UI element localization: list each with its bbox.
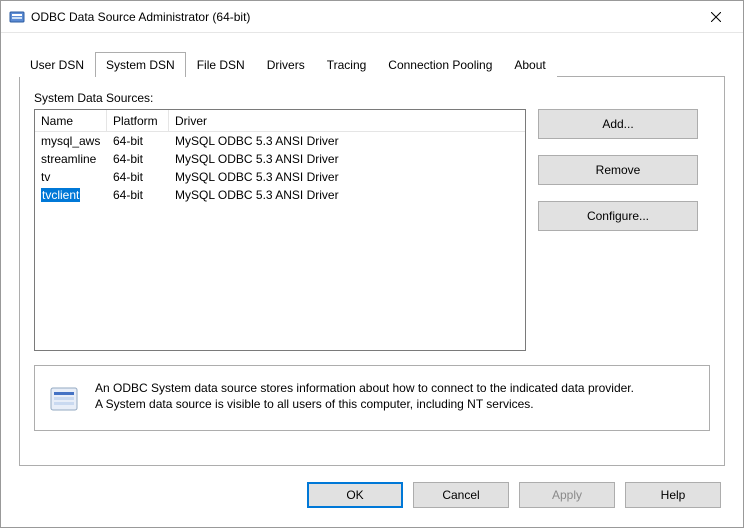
dsn-driver: MySQL ODBC 5.3 ANSI Driver [169,134,525,148]
dsn-row[interactable]: tvclient64-bitMySQL ODBC 5.3 ANSI Driver [35,186,525,204]
tab-about[interactable]: About [503,52,556,77]
dialog-window: ODBC Data Source Administrator (64-bit) … [0,0,744,528]
dsn-row[interactable]: tv64-bitMySQL ODBC 5.3 ANSI Driver [35,168,525,186]
dsn-driver: MySQL ODBC 5.3 ANSI Driver [169,170,525,184]
dsn-name: tvclient [35,188,107,202]
dsn-platform: 64-bit [107,134,169,148]
dsn-name: tv [35,170,107,184]
dsn-list-header[interactable]: Name Platform Driver [35,110,525,132]
apply-button[interactable]: Apply [519,482,615,508]
tab-file-dsn[interactable]: File DSN [186,52,256,77]
col-header-name[interactable]: Name [35,110,107,131]
close-button[interactable] [693,1,739,33]
dsn-platform: 64-bit [107,188,169,202]
dsn-driver: MySQL ODBC 5.3 ANSI Driver [169,152,525,166]
tab-system-dsn[interactable]: System DSN [95,52,186,77]
tab-user-dsn[interactable]: User DSN [19,52,95,77]
datasource-icon [47,382,81,416]
info-panel: An ODBC System data source stores inform… [34,365,710,431]
window-title: ODBC Data Source Administrator (64-bit) [31,10,693,24]
dsn-platform: 64-bit [107,170,169,184]
tab-drivers[interactable]: Drivers [256,52,316,77]
section-label: System Data Sources: [34,91,710,105]
tab-page-system-dsn: System Data Sources: Name Platform Drive… [19,76,725,466]
dsn-name: mysql_aws [35,134,107,148]
col-header-driver[interactable]: Driver [169,110,525,131]
dsn-row[interactable]: mysql_aws64-bitMySQL ODBC 5.3 ANSI Drive… [35,132,525,150]
ok-button[interactable]: OK [307,482,403,508]
help-button[interactable]: Help [625,482,721,508]
dialog-button-row: OK Cancel Apply Help [1,466,743,528]
dsn-list[interactable]: Name Platform Driver mysql_aws64-bitMySQ… [34,109,526,351]
dsn-driver: MySQL ODBC 5.3 ANSI Driver [169,188,525,202]
cancel-button[interactable]: Cancel [413,482,509,508]
dsn-platform: 64-bit [107,152,169,166]
info-text: An ODBC System data source stores inform… [95,380,634,412]
tab-connection-pooling[interactable]: Connection Pooling [377,52,503,77]
tab-tracing[interactable]: Tracing [316,52,378,77]
configure-button[interactable]: Configure... [538,201,698,231]
add-button[interactable]: Add... [538,109,698,139]
titlebar: ODBC Data Source Administrator (64-bit) [1,1,743,33]
remove-button[interactable]: Remove [538,155,698,185]
dsn-row[interactable]: streamline64-bitMySQL ODBC 5.3 ANSI Driv… [35,150,525,168]
col-header-platform[interactable]: Platform [107,110,169,131]
odbc-app-icon [9,9,25,25]
dsn-name: streamline [35,152,107,166]
